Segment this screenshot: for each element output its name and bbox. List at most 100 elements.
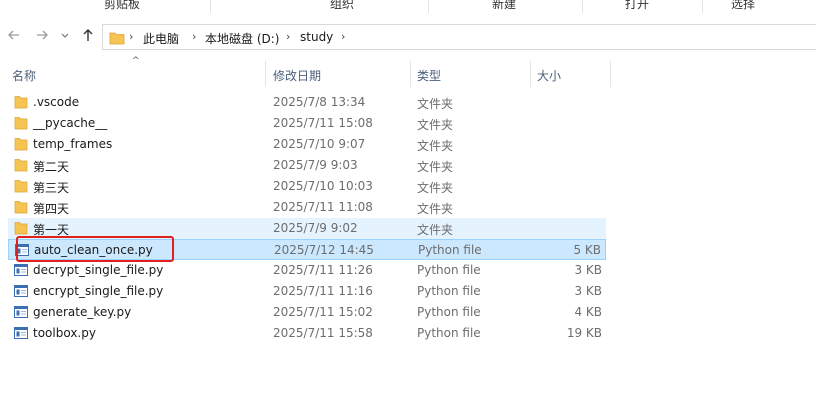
file-type: 文件夹	[417, 202, 454, 216]
python-file-icon	[14, 305, 28, 319]
ribbon-divider	[428, 0, 429, 13]
folder-row[interactable]: .vscode 2025/7/8 13:34 文件夹	[8, 92, 606, 113]
folder-row[interactable]: 第二天 2025/7/9 9:03 文件夹	[8, 155, 606, 176]
up-button[interactable]	[80, 28, 96, 44]
breadcrumb-separator: ›	[341, 30, 346, 43]
breadcrumb-separator: ›	[192, 30, 197, 43]
file-name: 第一天	[33, 223, 70, 237]
file-type: Python file	[418, 243, 482, 257]
folder-icon	[14, 179, 28, 193]
file-size: 19 KB	[566, 326, 602, 340]
file-name: 第三天	[33, 181, 70, 195]
folder-row[interactable]: __pycache__ 2025/7/11 15:08 文件夹	[8, 113, 606, 134]
column-header-size[interactable]: 大小	[537, 67, 561, 84]
file-modified-date: 2025/7/11 11:26	[273, 263, 373, 277]
file-type: Python file	[417, 305, 481, 319]
folder-icon	[14, 95, 28, 109]
file-modified-date: 2025/7/11 15:02	[273, 305, 373, 319]
file-type: 文件夹	[417, 118, 454, 132]
column-divider[interactable]	[610, 61, 611, 87]
file-modified-date: 2025/7/11 15:58	[273, 326, 373, 340]
file-size: 3 KB	[574, 284, 602, 298]
file-name: 第二天	[33, 160, 70, 174]
breadcrumb-separator: ›	[129, 30, 134, 43]
file-name: decrypt_single_file.py	[33, 263, 164, 277]
ribbon-group-select: 选择	[731, 0, 756, 11]
file-modified-date: 2025/7/11 11:08	[273, 200, 373, 214]
file-type: 文件夹	[417, 223, 454, 237]
file-type: Python file	[417, 284, 481, 298]
folder-icon	[14, 158, 28, 172]
folder-icon	[14, 137, 28, 151]
breadcrumb-separator: ›	[286, 30, 291, 43]
folder-icon	[14, 116, 28, 130]
file-modified-date: 2025/7/11 15:08	[273, 116, 373, 130]
arrow-up-icon	[83, 29, 93, 41]
back-button[interactable]	[6, 28, 22, 44]
file-name: temp_frames	[33, 137, 113, 151]
ribbon-group-new: 新建	[492, 0, 517, 11]
python-file-icon	[14, 284, 28, 298]
file-modified-date: 2025/7/10 9:07	[273, 137, 366, 151]
file-name: auto_clean_once.py	[34, 243, 153, 257]
forward-button[interactable]	[34, 28, 50, 44]
ribbon-divider	[582, 0, 583, 13]
column-header-row: 名称 修改日期 类型 大小	[0, 61, 816, 87]
file-name: generate_key.py	[33, 305, 132, 319]
python-file-icon	[15, 243, 29, 257]
recent-locations-button[interactable]	[60, 28, 70, 44]
file-size: 5 KB	[573, 243, 601, 257]
navigation-bar: › 此电脑 › 本地磁盘 (D:) › study ›	[0, 22, 816, 52]
file-type: 文件夹	[417, 160, 454, 174]
column-divider[interactable]	[410, 61, 411, 87]
folder-row[interactable]: 第三天 2025/7/10 10:03 文件夹	[8, 176, 606, 197]
folder-row[interactable]: 第一天 2025/7/9 9:02 文件夹	[8, 218, 606, 239]
column-divider[interactable]	[265, 61, 266, 87]
file-name: toolbox.py	[33, 326, 96, 340]
python-file-icon	[14, 326, 28, 340]
ribbon-group-open: 打开	[625, 0, 650, 11]
file-type: 文件夹	[417, 97, 454, 111]
folder-row[interactable]: temp_frames 2025/7/10 9:07 文件夹	[8, 134, 606, 155]
ribbon-divider	[702, 0, 703, 13]
folder-icon	[14, 221, 28, 235]
folder-icon	[14, 200, 28, 214]
chevron-down-icon	[61, 33, 69, 38]
file-size: 4 KB	[574, 305, 602, 319]
python-file-icon	[14, 263, 28, 277]
file-type: Python file	[417, 263, 481, 277]
column-header-modified[interactable]: 修改日期	[273, 67, 321, 84]
file-modified-date: 2025/7/10 10:03	[273, 179, 373, 193]
breadcrumb-study[interactable]: study	[300, 30, 333, 44]
file-type: 文件夹	[417, 139, 454, 153]
file-name: __pycache__	[33, 116, 108, 130]
column-header-name[interactable]: 名称	[12, 67, 36, 84]
file-type: 文件夹	[417, 181, 454, 195]
column-divider[interactable]	[530, 61, 531, 87]
file-row[interactable]: auto_clean_once.py 2025/7/12 14:45 Python …	[8, 239, 606, 260]
ribbon-group-labels: 剪贴板 组织 新建 打开 选择	[0, 0, 816, 13]
file-size: 3 KB	[574, 263, 602, 277]
breadcrumb-this-pc[interactable]: 此电脑	[143, 30, 179, 47]
ribbon-divider	[210, 0, 211, 13]
file-type: Python file	[417, 326, 481, 340]
file-modified-date: 2025/7/8 13:34	[273, 95, 366, 109]
file-row[interactable]: decrypt_single_file.py 2025/7/11 11:26 Pyt…	[8, 260, 606, 281]
file-name: .vscode	[33, 95, 80, 109]
file-row[interactable]: generate_key.py 2025/7/11 15:02 Python fil…	[8, 302, 606, 323]
folder-icon	[109, 31, 125, 48]
ribbon-group-clipboard: 剪贴板	[104, 0, 141, 11]
arrow-left-icon	[8, 30, 19, 40]
folder-row[interactable]: 第四天 2025/7/11 11:08 文件夹	[8, 197, 606, 218]
breadcrumb-local-disk-d[interactable]: 本地磁盘 (D:)	[205, 30, 279, 47]
file-modified-date: 2025/7/11 11:16	[273, 284, 373, 298]
file-name: encrypt_single_file.py	[33, 284, 164, 298]
file-modified-date: 2025/7/9 9:03	[273, 158, 358, 172]
file-name: 第四天	[33, 202, 70, 216]
file-row[interactable]: toolbox.py 2025/7/11 15:58 Python file 19 K…	[8, 323, 606, 344]
column-header-type[interactable]: 类型	[417, 67, 441, 84]
file-modified-date: 2025/7/9 9:02	[273, 221, 358, 235]
file-row[interactable]: encrypt_single_file.py 2025/7/11 11:16 Pyt…	[8, 281, 606, 302]
ribbon-group-organize: 组织	[330, 0, 355, 11]
address-bar[interactable]: › 此电脑 › 本地磁盘 (D:) › study ›	[102, 24, 816, 50]
